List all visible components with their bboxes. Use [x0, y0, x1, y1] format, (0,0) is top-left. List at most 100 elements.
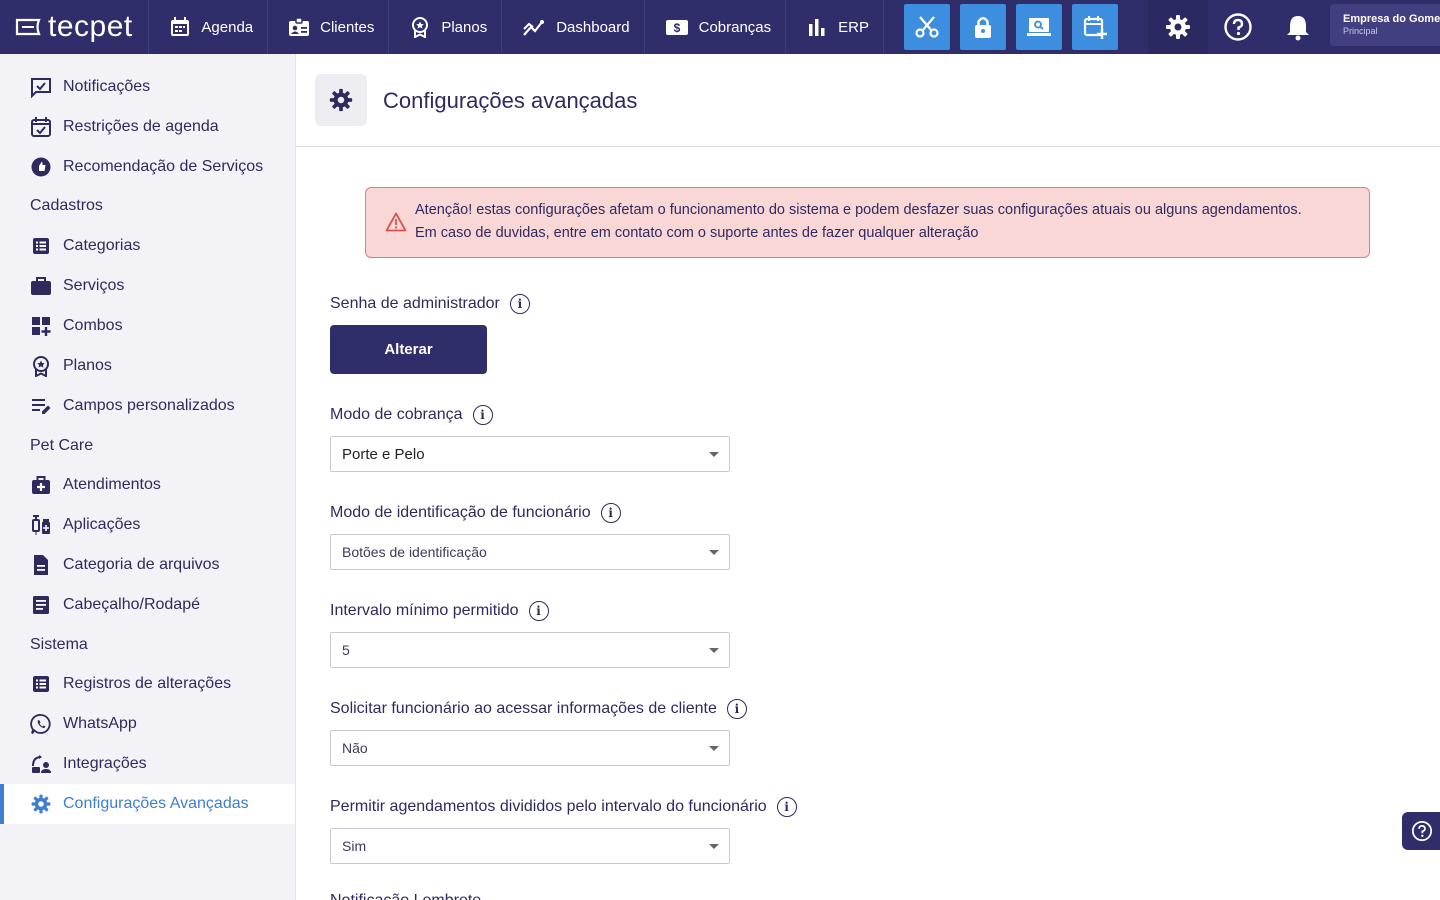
employee-id-mode-select[interactable]: Botões de identificação [330, 534, 730, 570]
employee-id-mode-label-text: Modo de identificação de funcionário [330, 504, 591, 521]
sidebar-item-cabecalho[interactable]: Cabeçalho/Rodapé [0, 585, 295, 625]
min-interval-value: 5 [342, 642, 350, 658]
quick-screen-search-button[interactable] [1016, 4, 1062, 50]
min-interval-select[interactable]: 5 [330, 632, 730, 668]
help-circle-icon [1411, 820, 1433, 842]
help-button[interactable] [1208, 0, 1268, 54]
medical-bag-icon [32, 476, 50, 494]
nav-agenda[interactable]: Agenda [149, 0, 269, 54]
nav-planos[interactable]: Planos [389, 0, 503, 54]
sidebar-item-label: Campos personalizados [63, 397, 235, 414]
chevron-down-icon [709, 550, 719, 555]
quick-lock-button[interactable] [960, 4, 1006, 50]
sidebar-item-registros[interactable]: Registros de alterações [0, 664, 295, 704]
chart-line-icon [523, 20, 545, 36]
split-appointments-label-text: Permitir agendamentos divididos pelo int… [330, 798, 767, 815]
syringe-icon [32, 515, 50, 535]
warning-icon [385, 212, 407, 232]
file-icon [34, 555, 48, 575]
tecpet-logo-icon [15, 18, 41, 36]
bar-chart-icon [809, 19, 825, 36]
employee-id-mode-label: Modo de identificação de funcionário i [330, 503, 621, 523]
sidebar-item-planos[interactable]: Planos [0, 346, 295, 386]
warning-alert: Atenção! estas configurações afetam o fu… [365, 187, 1370, 258]
quick-scissors-button[interactable] [904, 4, 950, 50]
alert-text-line1: Atenção! estas configurações afetam o fu… [415, 202, 1302, 218]
billing-mode-label-text: Modo de cobrança [330, 406, 463, 423]
scissors-icon [915, 16, 939, 38]
recommend-icon [31, 157, 51, 177]
page-title: Configurações avançadas [383, 88, 638, 113]
info-icon[interactable]: i [509, 294, 530, 314]
page-header: Configurações avançadas [296, 54, 1440, 147]
gear-icon [31, 794, 51, 814]
brand-logo[interactable]: tecpet [0, 0, 150, 54]
company-name: Empresa do Gome [1343, 13, 1440, 25]
admin-password-label: Senha de administrador i [330, 294, 530, 314]
request-employee-select[interactable]: Não [330, 730, 730, 766]
info-icon[interactable]: i [726, 699, 747, 719]
badge-icon [33, 356, 49, 377]
nav-clientes[interactable]: Clientes [268, 0, 390, 54]
sidebar-item-label: Categoria de arquivos [63, 556, 220, 573]
nav-dashboard-label: Dashboard [556, 18, 630, 36]
request-employee-value: Não [342, 740, 368, 756]
nav-planos-label: Planos [441, 18, 488, 36]
list-icon [33, 238, 49, 254]
sidebar-item-notificacoes[interactable]: Notificações [0, 67, 295, 107]
sidebar-item-combos[interactable]: Combos [0, 306, 295, 346]
help-circle-icon [1224, 13, 1252, 41]
sidebar-item-aplicacoes[interactable]: Aplicações [0, 505, 295, 545]
sidebar-item-whatsapp[interactable]: WhatsApp [0, 704, 295, 744]
nav-dashboard[interactable]: Dashboard [502, 0, 645, 54]
chevron-down-icon [709, 648, 719, 653]
sidebar-item-label: Planos [63, 357, 112, 374]
sidebar-item-label: Configurações Avançadas [63, 795, 249, 812]
sidebar-item-categoria-arquivos[interactable]: Categoria de arquivos [0, 545, 295, 585]
floating-help-button[interactable] [1402, 812, 1440, 850]
gear-icon [329, 88, 353, 112]
sidebar-section-petcare: Pet Care [30, 437, 94, 454]
edit-list-icon [32, 399, 51, 414]
admin-password-label-text: Senha de administrador [330, 295, 500, 312]
sidebar-item-label: Categorias [63, 237, 141, 254]
sidebar-item-label: Recomendação de Serviços [63, 158, 264, 175]
chevron-down-icon [709, 844, 719, 849]
page-header-icon-box [315, 74, 367, 126]
notifications-button[interactable] [1268, 0, 1328, 54]
top-navbar: tecpet Agenda Clientes Planos Dashboard … [0, 0, 1440, 54]
screen-search-icon [1027, 18, 1051, 36]
sidebar-item-integracoes[interactable]: Integrações [0, 744, 295, 784]
info-icon[interactable]: i [528, 601, 549, 621]
billing-mode-value: Porte e Pelo [342, 445, 425, 463]
chevron-down-icon [709, 452, 719, 457]
info-icon[interactable]: i [776, 797, 797, 817]
sidebar-item-label: Serviços [63, 277, 125, 294]
quick-calendar-add-button[interactable] [1072, 4, 1118, 50]
info-icon[interactable]: i [600, 503, 621, 523]
sidebar-item-configuracoes-avancadas[interactable]: Configurações Avançadas [0, 784, 295, 824]
chevron-down-icon [709, 746, 719, 751]
chat-check-icon [31, 78, 51, 98]
sidebar-item-label: Notificações [63, 78, 151, 95]
sidebar-item-atendimentos[interactable]: Atendimentos [0, 465, 295, 505]
nav-cobrancas-label: Cobranças [698, 18, 772, 36]
company-selector[interactable]: Empresa do Gome Principal [1330, 4, 1440, 46]
change-password-button[interactable]: Alterar [330, 325, 487, 374]
split-appointments-select[interactable]: Sim [330, 828, 730, 864]
info-icon[interactable]: i [472, 405, 493, 425]
billing-mode-select[interactable]: Porte e Pelo [330, 436, 730, 472]
sidebar-item-categorias[interactable]: Categorias [0, 226, 295, 266]
nav-cobrancas[interactable]: $ Cobranças [645, 0, 787, 54]
sidebar-item-label: Combos [63, 317, 123, 334]
sidebar-item-recomendacao[interactable]: Recomendação de Serviços [0, 147, 295, 187]
header-right-icons: Empresa do Gome Principal [1148, 0, 1440, 54]
sidebar-item-servicos[interactable]: Serviços [0, 266, 295, 306]
sidebar-item-campos[interactable]: Campos personalizados [0, 386, 295, 426]
settings-button[interactable] [1148, 0, 1208, 54]
sidebar-item-restricoes[interactable]: Restrições de agenda [0, 107, 295, 147]
integration-icon [32, 755, 51, 773]
nav-erp[interactable]: ERP [786, 0, 884, 54]
badge-icon [412, 17, 429, 38]
whatsapp-icon [30, 714, 51, 735]
